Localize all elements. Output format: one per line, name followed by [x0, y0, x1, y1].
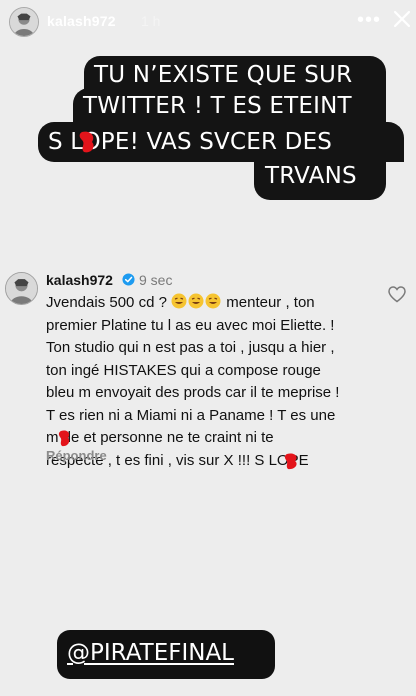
comment-line-3: Ton studio qui n est pas a toi , jusqu a… [46, 339, 335, 356]
mention-text[interactable]: @PIRATEFINAL [67, 640, 234, 666]
story-username[interactable]: kalash972 [47, 13, 116, 29]
close-icon[interactable] [393, 10, 411, 28]
rolling-laughing-emoji-icon [171, 293, 187, 309]
comment-line-5: bleu m envoyait des prods car il te mepr… [46, 384, 340, 401]
comment-timestamp: 9 sec [139, 272, 173, 288]
caption-line-2: TWITTER ! T ES ETEINT [73, 88, 386, 125]
story-header: kalash972 1 h ••• [0, 0, 416, 44]
comment-line-2: premier Platine tu l as eu avec moi Elie… [46, 316, 335, 334]
story-timestamp: 1 h [141, 13, 161, 29]
comment-line-6: T es rien ni a Miami ni a Paname ! T es … [46, 406, 336, 424]
avatar-image [6, 273, 37, 304]
story-avatar[interactable] [9, 7, 39, 37]
rolling-laughing-emoji-icon [205, 293, 221, 309]
redaction-mark [58, 430, 70, 447]
more-icon[interactable]: ••• [357, 10, 381, 30]
mention-sticker[interactable]: @PIRATEFINAL [57, 630, 275, 679]
reply-button[interactable]: Répondre [46, 448, 107, 463]
comment-avatar[interactable] [5, 272, 38, 305]
comment-text: Jvendais 500 cd ? menteur , ton premier … [46, 292, 376, 472]
comment-line-4: ton ingé HISTAKES qui a compose rouge [46, 361, 321, 379]
comment-username[interactable]: kalash972 [46, 272, 113, 288]
avatar-image [10, 8, 38, 36]
heart-icon[interactable] [388, 286, 406, 303]
verified-badge-icon [122, 273, 135, 286]
redaction-mark [79, 131, 94, 153]
comment-line-7: m de et personne ne te craint ni te [46, 429, 274, 447]
caption-line-4: TRVANS [254, 156, 386, 200]
comment-screenshot: kalash972 9 sec Jvendais 500 cd ? menteu… [0, 255, 416, 475]
rolling-laughing-emoji-icon [188, 293, 204, 309]
redaction-mark [284, 453, 297, 469]
comment-line-1: Jvendais 500 cd ? menteur , ton [46, 293, 315, 311]
